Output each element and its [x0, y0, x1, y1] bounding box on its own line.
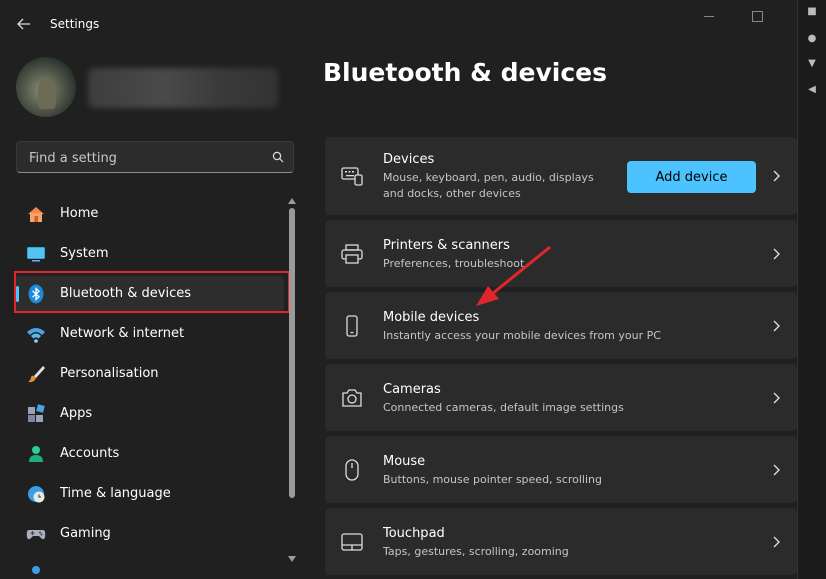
card-title: Touchpad: [383, 526, 445, 541]
card-subtitle: Preferences, troubleshoot: [383, 257, 525, 270]
sidebar-item-label: Home: [60, 206, 99, 221]
sidebar-item-gaming[interactable]: Gaming: [14, 516, 284, 552]
mouse-icon: [345, 459, 359, 481]
sidebar-item-label: Personalisation: [60, 366, 159, 381]
devices-icon: [341, 167, 363, 186]
highlight-annotation-box: [14, 271, 290, 313]
sidebar-item-personalisation[interactable]: Personalisation: [14, 356, 284, 392]
sidebar-item-label: Gaming: [60, 526, 111, 541]
phone-icon: [346, 315, 358, 337]
avatar[interactable]: [16, 57, 76, 117]
back-button[interactable]: [12, 12, 36, 36]
card-subtitle: Connected cameras, default image setting…: [383, 401, 624, 414]
person-icon[interactable]: ●: [806, 33, 818, 45]
monitor-icon: [27, 247, 45, 262]
camera-icon: [342, 389, 362, 407]
app-icon[interactable]: ▼: [806, 58, 818, 70]
chevron-right-icon[interactable]: [771, 464, 781, 476]
card-mobile-devices[interactable]: Mobile devices Instantly access your mob…: [325, 292, 797, 359]
card-subtitle: Buttons, mouse pointer speed, scrolling: [383, 473, 602, 486]
sidebar-item-label: Apps: [60, 406, 93, 421]
sidebar-item-label: Accounts: [60, 446, 120, 461]
sidebar-item-network-internet[interactable]: Network & internet: [14, 316, 284, 352]
card-title: Cameras: [383, 382, 441, 397]
card-title: Mouse: [383, 454, 426, 469]
maximize-button[interactable]: [748, 8, 768, 26]
sidebar-item-system[interactable]: System: [14, 236, 284, 272]
sidebar-item-time-language[interactable]: Time & language: [14, 476, 284, 512]
card-subtitle: Taps, gestures, scrolling, zooming: [383, 545, 569, 558]
scroll-thumb[interactable]: [289, 208, 295, 498]
send-icon[interactable]: ◀: [806, 84, 818, 96]
sidebar-item-apps[interactable]: Apps: [14, 396, 284, 432]
card-title: Mobile devices: [383, 310, 480, 325]
card-printers-scanners[interactable]: Printers & scanners Preferences, trouble…: [325, 220, 797, 287]
card-subtitle: Instantly access your mobile devices fro…: [383, 329, 661, 342]
sidebar-item-label: Time & language: [60, 486, 171, 501]
chevron-right-icon[interactable]: [771, 320, 781, 332]
accessibility-icon: [32, 566, 40, 574]
card-title: Devices: [383, 152, 435, 167]
gamepad-icon: [26, 530, 46, 540]
clock-globe-icon: [28, 486, 45, 503]
chevron-right-icon[interactable]: [771, 392, 781, 404]
maximize-icon: [752, 11, 763, 22]
chevron-right-icon[interactable]: [771, 248, 781, 260]
sidebar-item-partial[interactable]: [14, 556, 284, 576]
page-title: Bluetooth & devices: [323, 58, 608, 87]
sidebar-item-label: System: [60, 246, 109, 261]
card-title: Printers & scanners: [383, 238, 510, 253]
chevron-right-icon[interactable]: [771, 536, 781, 548]
add-device-button[interactable]: Add device: [627, 161, 756, 193]
scroll-down-arrow-icon[interactable]: [288, 556, 296, 562]
sidebar-item-accounts[interactable]: Accounts: [14, 436, 284, 472]
card-subtitle-line2: and docks, other devices: [383, 187, 521, 200]
back-arrow-icon: [17, 18, 30, 30]
settings-window: Settings Home System: [0, 0, 797, 579]
background-window-strip: ■ ● ▼ ◀: [797, 0, 826, 579]
card-cameras[interactable]: Cameras Connected cameras, default image…: [325, 364, 797, 431]
search-box[interactable]: [16, 141, 294, 174]
minimize-button[interactable]: [700, 8, 720, 26]
chevron-right-icon[interactable]: [771, 170, 781, 182]
wifi-icon: [27, 328, 45, 343]
search-input[interactable]: [27, 142, 261, 174]
search-icon[interactable]: [271, 150, 285, 164]
brush-icon: [28, 366, 45, 383]
card-mouse[interactable]: Mouse Buttons, mouse pointer speed, scro…: [325, 436, 797, 503]
person-icon: [29, 446, 43, 462]
card-subtitle-line1: Mouse, keyboard, pen, audio, displays: [383, 171, 594, 184]
chat-icon[interactable]: ■: [806, 6, 818, 18]
printer-icon: [341, 244, 363, 264]
sidebar-item-label: Network & internet: [60, 326, 185, 341]
card-devices[interactable]: Devices Mouse, keyboard, pen, audio, dis…: [325, 137, 797, 215]
touchpad-icon: [341, 533, 363, 551]
title-bar: Settings: [0, 0, 797, 48]
apps-icon: [28, 404, 45, 422]
blurred-account-name: [88, 68, 278, 108]
sidebar-scrollbar[interactable]: [285, 194, 299, 570]
home-icon: [28, 207, 44, 222]
scroll-up-arrow-icon[interactable]: [288, 198, 296, 204]
sidebar-item-home[interactable]: Home: [14, 196, 284, 232]
app-title: Settings: [50, 17, 100, 31]
minimize-icon: [704, 16, 714, 17]
card-touchpad[interactable]: Touchpad Taps, gestures, scrolling, zoom…: [325, 508, 797, 575]
